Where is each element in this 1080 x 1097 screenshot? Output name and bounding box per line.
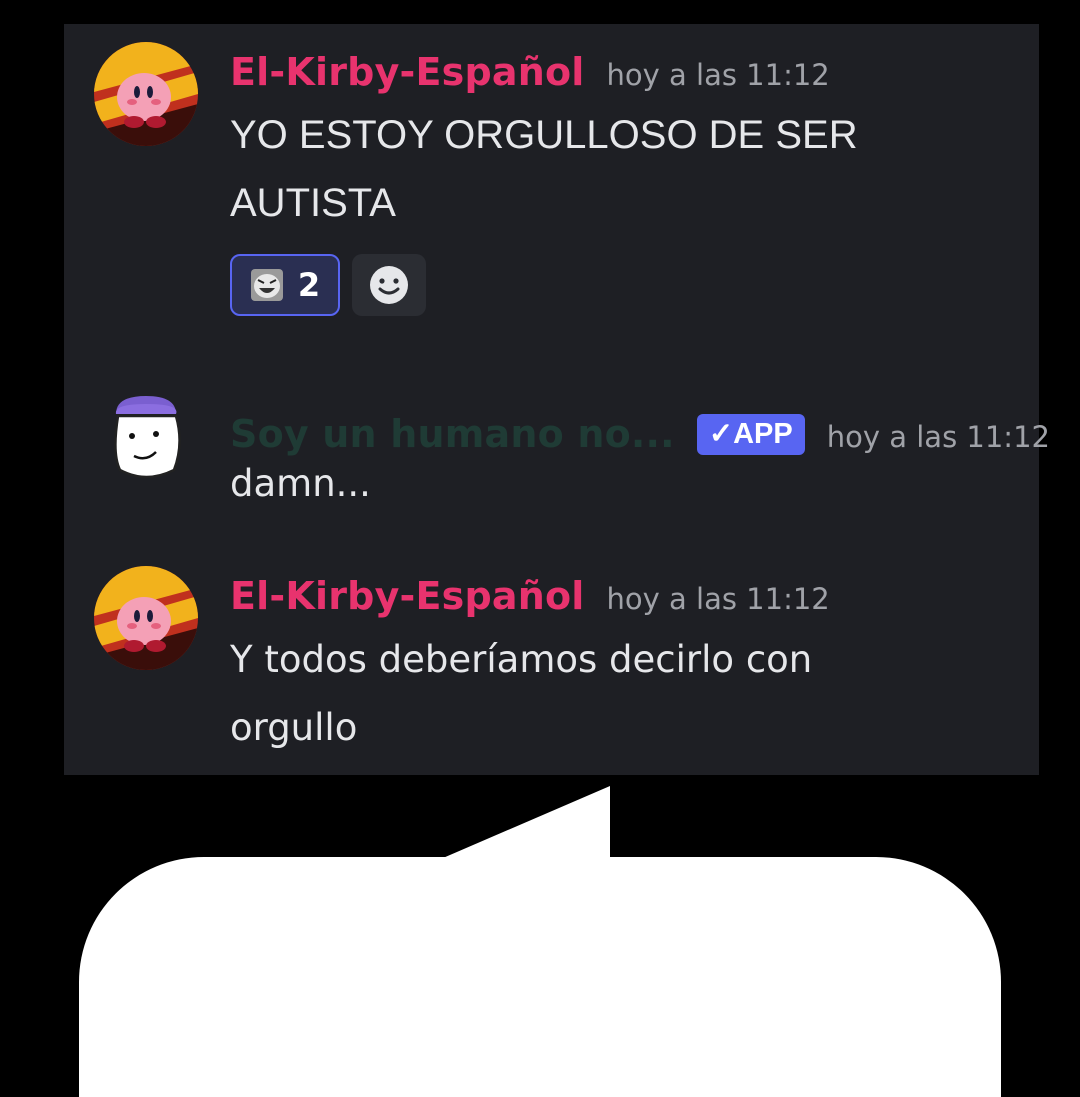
avatar[interactable] [94, 566, 198, 670]
add-reaction-button[interactable] [352, 254, 426, 316]
timestamp: hoy a las 11:12 [606, 582, 830, 616]
avatar[interactable] [94, 42, 198, 146]
smiley-add-reaction-icon [370, 266, 408, 304]
timestamp: hoy a las 11:12 [826, 420, 1050, 454]
message-text: YO ESTOY ORGULLOSO DE SER AUTISTA [230, 113, 858, 225]
laughing-face-emoji-icon [250, 269, 283, 301]
app-badge: ✓APP [696, 414, 805, 455]
reaction-count: 2 [297, 266, 321, 304]
speech-bubble [79, 857, 1001, 1097]
chat-panel: El-Kirby-Español hoy a las 11:12 YO ESTO… [64, 24, 1050, 775]
kirby-avatar-icon [94, 42, 198, 146]
message-text: Y todos deberíamos decirlo con orgullo [230, 638, 813, 749]
username[interactable]: El-Kirby-Español [230, 574, 585, 618]
reaction-laughing[interactable]: 2 [230, 254, 340, 316]
reactions-bar: 2 [230, 254, 426, 316]
avatar[interactable] [94, 384, 198, 488]
message-text: damn... [230, 462, 371, 505]
kirby-avatar-icon [94, 566, 198, 670]
username[interactable]: El-Kirby-Español [230, 50, 585, 94]
timestamp: hoy a las 11:12 [606, 58, 830, 92]
ghost-avatar-icon [114, 396, 181, 479]
